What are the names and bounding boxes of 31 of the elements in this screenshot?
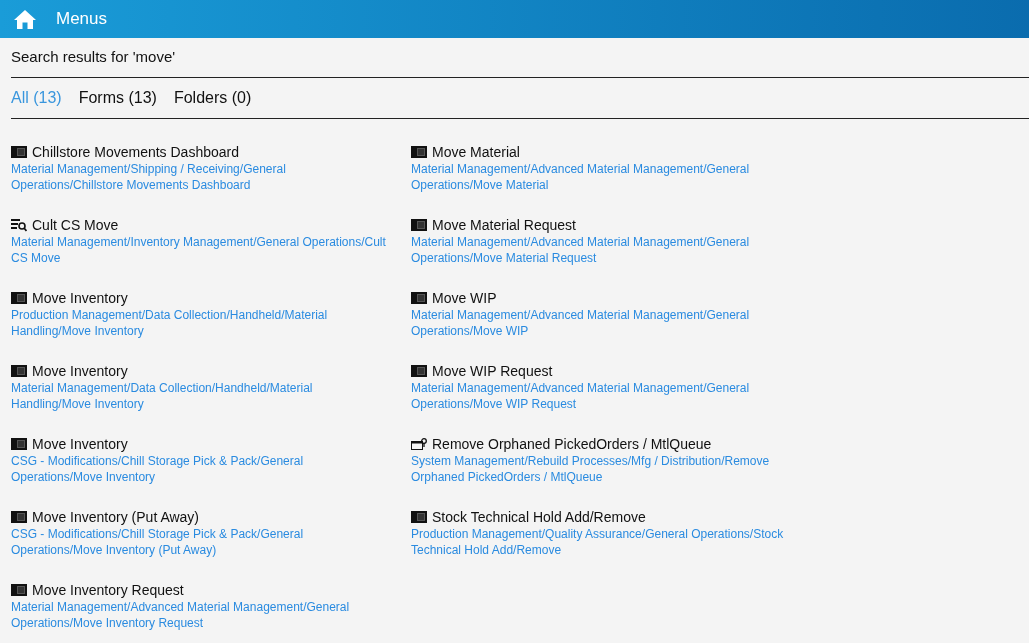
result-title[interactable]: Move Inventory xyxy=(32,435,128,453)
result-title[interactable]: Move Material xyxy=(432,143,520,161)
result-title[interactable]: Move Material Request xyxy=(432,216,576,234)
form-icon xyxy=(411,511,427,523)
result-title[interactable]: Move WIP Request xyxy=(432,362,553,380)
result-title[interactable]: Move Inventory xyxy=(32,362,128,380)
result-title[interactable]: Stock Technical Hold Add/Remove xyxy=(432,508,646,526)
result-title[interactable]: Move Inventory Request xyxy=(32,581,184,599)
search-heading: Search results for 'move' xyxy=(11,46,176,67)
header-title: Menus xyxy=(56,8,108,31)
form-icon xyxy=(411,365,427,377)
filter-tab[interactable]: Folders (0) xyxy=(173,86,252,110)
form-icon xyxy=(11,292,27,304)
form-icon xyxy=(11,365,27,377)
result-title[interactable]: Move Inventory (Put Away) xyxy=(32,508,200,526)
result-title[interactable]: Chillstore Movements Dashboard xyxy=(32,143,239,161)
result-title[interactable]: Remove Orphaned PickedOrders / MtlQueue xyxy=(432,435,712,453)
form-icon xyxy=(411,292,427,304)
search-form-icon xyxy=(11,218,27,232)
form-icon xyxy=(11,511,27,523)
process-icon xyxy=(411,438,427,450)
result-title[interactable]: Move WIP xyxy=(432,289,497,307)
result-title[interactable]: Cult CS Move xyxy=(32,216,119,234)
form-icon xyxy=(411,146,427,158)
result-title[interactable]: Move Inventory xyxy=(32,289,128,307)
home-icon[interactable] xyxy=(14,9,36,29)
form-icon xyxy=(11,438,27,450)
filter-tab[interactable]: Forms (13) xyxy=(78,86,157,110)
form-icon xyxy=(11,584,27,596)
form-icon xyxy=(11,146,27,158)
form-icon xyxy=(411,219,427,231)
